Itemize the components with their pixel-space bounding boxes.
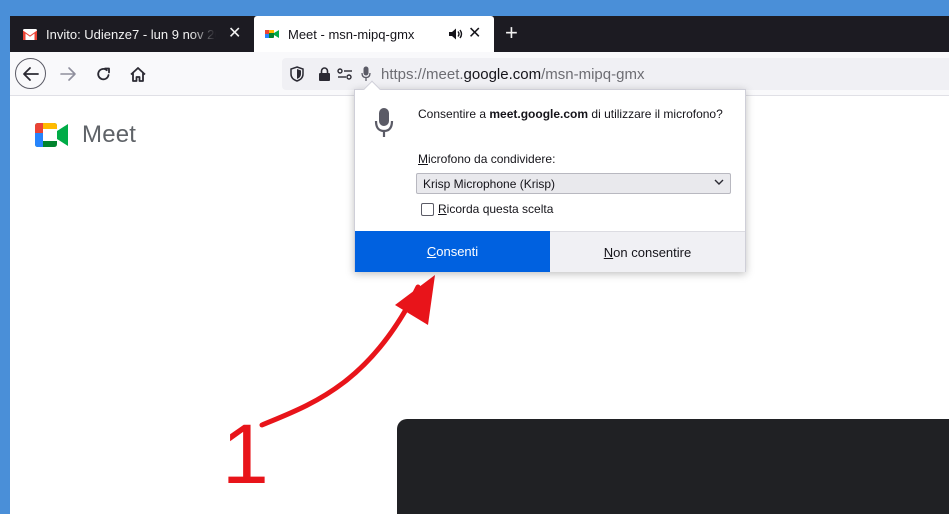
chevron-down-icon	[714, 179, 724, 185]
url-path: /msn-mipq-gmx	[541, 65, 645, 83]
microphone-permission-icon[interactable]	[361, 66, 371, 82]
message-prefix: Consentire a	[418, 107, 490, 121]
window-frame-left	[0, 0, 10, 514]
remember-label: icorda questa scelta	[446, 202, 554, 216]
label-text: icrofono da condividere:	[428, 152, 556, 166]
remember-accesskey: R	[438, 202, 447, 216]
google-meet-logo-icon	[35, 123, 68, 147]
tab-strip: Invito: Udienze7 - lun 9 nov 2020 ✕ Meet…	[10, 16, 949, 52]
message-domain: meet.google.com	[489, 107, 589, 121]
reload-button[interactable]	[88, 59, 118, 89]
meet-logo[interactable]: Meet	[32, 119, 136, 151]
forward-arrow-icon	[60, 67, 76, 81]
back-arrow-icon	[22, 66, 39, 81]
window-frame-top	[0, 0, 949, 16]
new-tab-button[interactable]: +	[505, 22, 518, 44]
remember-choice-checkbox[interactable]	[421, 202, 434, 216]
permission-message: Consentire a meet.google.com di utilizza…	[418, 106, 728, 123]
label-accesskey: M	[418, 152, 428, 166]
deny-label: on consentire	[613, 244, 692, 260]
annotation-step-number: 1	[222, 407, 269, 501]
app-name: Meet	[82, 121, 137, 148]
home-button[interactable]	[123, 59, 153, 89]
lock-icon[interactable]	[318, 66, 331, 82]
tracking-protection-shield-icon[interactable]	[290, 66, 304, 82]
allow-accesskey: C	[426, 244, 437, 259]
address-bar[interactable]: https://meet.google.com/msn-mipq-gmx	[282, 58, 949, 90]
permissions-icon[interactable]	[337, 67, 353, 81]
allow-label: onsenti	[436, 244, 479, 259]
tab-gmail-invite[interactable]: Invito: Udienze7 - lun 9 nov 2020 ✕	[10, 16, 253, 52]
close-tab-icon[interactable]: ✕	[468, 26, 481, 42]
popup-button-row: Consenti Non consentire	[355, 231, 745, 272]
microphone-select[interactable]: Krisp Microphone (Krisp)	[416, 173, 731, 194]
video-preview	[397, 419, 949, 514]
google-meet-icon	[265, 30, 279, 38]
url-domain: google.com	[463, 65, 542, 83]
deny-button[interactable]: Non consentire	[550, 231, 745, 272]
annotation-arrow	[259, 275, 435, 428]
tab-title: Meet - msn-mipq-gmx	[288, 26, 415, 42]
deny-accesskey: N	[603, 244, 614, 260]
message-suffix: di utilizzare il microfono?	[588, 107, 723, 121]
microphone-permission-popup: Consentire a meet.google.com di utilizza…	[354, 80, 746, 272]
allow-button[interactable]: Consenti	[355, 231, 550, 272]
remember-choice-row[interactable]: Ricorda questa scelta	[421, 202, 553, 216]
microphone-select-label: Microfono da condividere:	[418, 152, 555, 166]
selected-microphone: Krisp Microphone (Krisp)	[423, 177, 556, 191]
tab-title: Invito: Udienze7 - lun 9 nov 2020	[46, 26, 216, 42]
forward-button[interactable]	[53, 59, 83, 89]
speaker-icon[interactable]	[448, 27, 464, 41]
url-prefix: https://meet.	[381, 65, 464, 83]
back-button[interactable]	[15, 58, 46, 89]
home-icon	[130, 66, 146, 82]
reload-icon	[96, 67, 110, 80]
gmail-icon	[23, 29, 37, 40]
tab-meet[interactable]: Meet - msn-mipq-gmx ✕	[254, 16, 494, 52]
microphone-icon	[374, 108, 394, 137]
close-tab-icon[interactable]: ✕	[228, 26, 241, 42]
url-text[interactable]: https://meet.google.com/msn-mipq-gmx	[381, 66, 644, 83]
